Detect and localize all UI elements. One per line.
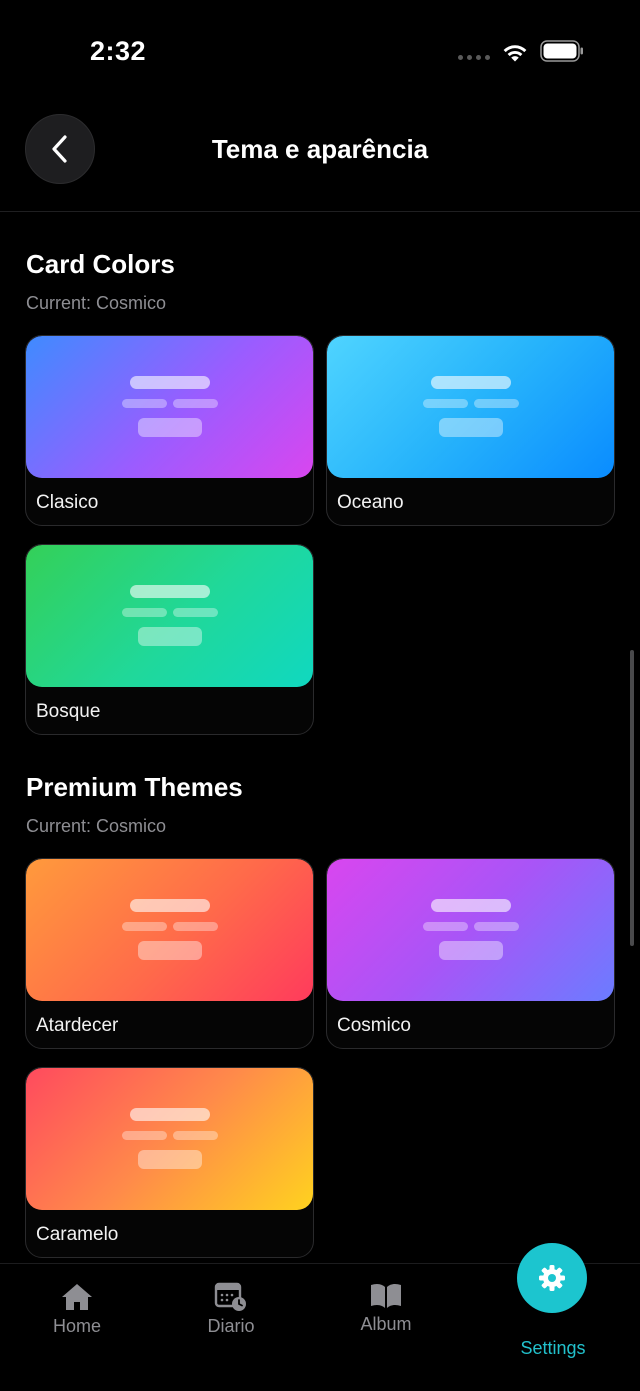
theme-swatch xyxy=(26,859,313,1001)
screen: 2:32 Tema e aparência Card Colors Curren… xyxy=(0,0,640,1391)
theme-card-atardecer[interactable]: Atardecer xyxy=(25,858,314,1049)
card-colors-title: Card Colors xyxy=(26,249,175,279)
calendar-clock-icon xyxy=(214,1282,246,1311)
battery-icon xyxy=(540,40,583,62)
tab-settings[interactable]: Settings xyxy=(508,1338,598,1359)
header-divider xyxy=(0,211,640,212)
tab-settings-label: Settings xyxy=(520,1338,586,1358)
theme-card-label: Atardecer xyxy=(36,1015,119,1036)
book-open-icon xyxy=(371,1283,401,1308)
tab-diario[interactable]: Diario xyxy=(196,1280,266,1337)
card-preview-icon xyxy=(121,1108,218,1170)
tab-album[interactable]: Album xyxy=(350,1282,422,1335)
card-colors-current: Current: Cosmico xyxy=(26,293,167,313)
theme-card-label: Oceano xyxy=(337,492,404,513)
theme-swatch xyxy=(26,545,313,687)
theme-card-oceano[interactable]: Oceano xyxy=(326,335,615,526)
theme-swatch xyxy=(327,859,614,1001)
card-preview-icon xyxy=(422,376,519,438)
card-preview-icon xyxy=(121,585,218,647)
wifi-icon xyxy=(503,45,527,62)
premium-themes-current: Current: Cosmico xyxy=(26,816,167,836)
theme-card-label: Caramelo xyxy=(36,1224,119,1245)
settings-fab-button[interactable] xyxy=(517,1243,587,1313)
house-icon xyxy=(62,1284,92,1310)
theme-card-bosque[interactable]: Bosque xyxy=(25,544,314,735)
status-time: 2:32 xyxy=(90,36,147,66)
card-preview-icon xyxy=(121,899,218,961)
theme-card-label: Cosmico xyxy=(337,1015,411,1036)
header: Tema e aparência xyxy=(0,112,640,188)
signal-dots-icon xyxy=(458,55,490,60)
scrollbar[interactable] xyxy=(630,650,634,946)
status-bar: 2:32 xyxy=(0,0,640,100)
theme-swatch xyxy=(26,336,313,478)
theme-swatch xyxy=(327,336,614,478)
theme-card-cosmico[interactable]: Cosmico xyxy=(326,858,615,1049)
theme-card-clasico[interactable]: Clasico xyxy=(25,335,314,526)
tab-home-label: Home xyxy=(52,1316,101,1336)
theme-card-label: Bosque xyxy=(36,701,101,722)
card-preview-icon xyxy=(422,899,519,961)
tab-diario-label: Diario xyxy=(207,1316,255,1336)
premium-themes-title: Premium Themes xyxy=(26,772,243,802)
tab-home[interactable]: Home xyxy=(42,1282,112,1337)
theme-swatch xyxy=(26,1068,313,1210)
gear-icon xyxy=(539,1265,565,1291)
tab-album-label: Album xyxy=(360,1314,412,1334)
page-title: Tema e aparência xyxy=(211,134,429,164)
theme-card-caramelo[interactable]: Caramelo xyxy=(25,1067,314,1258)
theme-card-label: Clasico xyxy=(36,492,99,513)
card-preview-icon xyxy=(121,376,218,438)
